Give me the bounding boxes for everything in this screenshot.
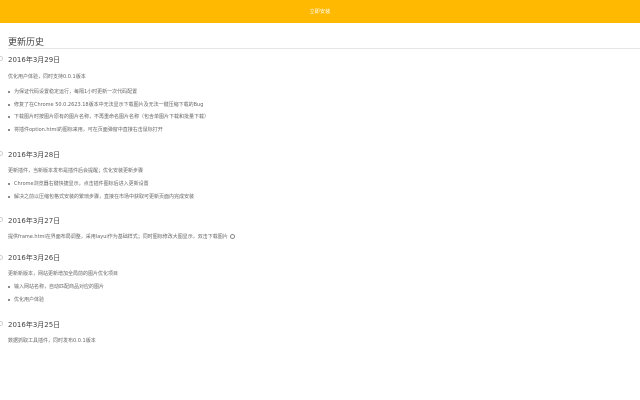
list-item: 优化用户体验 [8,294,104,307]
entry-item-list: 为保证代码设置稳定运行，每隔1小时更新一次代码配置 修复了在Chrome 50.… [8,86,209,136]
list-item: 将插件option.html的图标来用，可在页面弹窗中直接右击鼠标打开 [8,124,209,137]
list-item: 为保证代码设置稳定运行，每隔1小时更新一次代码配置 [8,86,209,99]
entry-summary: 更新新版本，网站更新增加全局前的图片优化项目 [8,271,119,277]
entry-date: 2016年3月25日 [8,321,61,329]
entry-date: 2016年3月27日 [8,217,61,225]
entry-item-list: 输入网站名称，自动匹配商品对应的图片 优化用户体验 [8,281,104,306]
list-item: Chrome浏览器右键快捷显示，点击插件图标后进入更新设置 [8,178,194,191]
entry-summary: 数据抓取工具插件，同时发布0.0.1版本 [8,338,96,344]
timeline-dot-icon [0,255,3,260]
timeline-dot-icon [0,321,3,326]
entry-date: 2016年3月26日 [8,254,61,262]
update-timeline: 2016年3月29日 优化用户体验，同时支持0.0.1版本 为保证代码设置稳定运… [0,0,640,400]
smile-icon [229,234,235,239]
entry-date: 2016年3月28日 [8,151,61,159]
timeline-dot-icon [0,56,3,61]
entry-date: 2016年3月29日 [8,56,61,64]
entry-summary: 更新插件，当新版本发布是插件后会提醒；优化安装更新步骤 [8,168,144,174]
entry-summary: 优化用户体验，同时支持0.0.1版本 [8,74,86,80]
list-item: 输入网站名称，自动匹配商品对应的图片 [8,281,104,294]
timeline-dot-icon [0,151,3,156]
timeline-dot-icon [0,217,3,222]
entry-summary: 提供frame.html在界面布局调整，采用layui作为基础样式；同时图标修改… [8,233,235,240]
list-item: 下载图片时按图片原有的图片名称，不再重命名图片名称（包含单图片下载和批量下载） [8,111,209,124]
list-item: 解决之前以压缩包格式安装的繁琐步骤，直接在市场中获取可更新页面内完成安装 [8,191,194,204]
entry-item-list: Chrome浏览器右键快捷显示，点击插件图标后进入更新设置 解决之前以压缩包格式… [8,178,194,203]
list-item: 修复了在Chrome 50.0.2623.18版本中无法显示下载图片及无法一键压… [8,99,209,112]
